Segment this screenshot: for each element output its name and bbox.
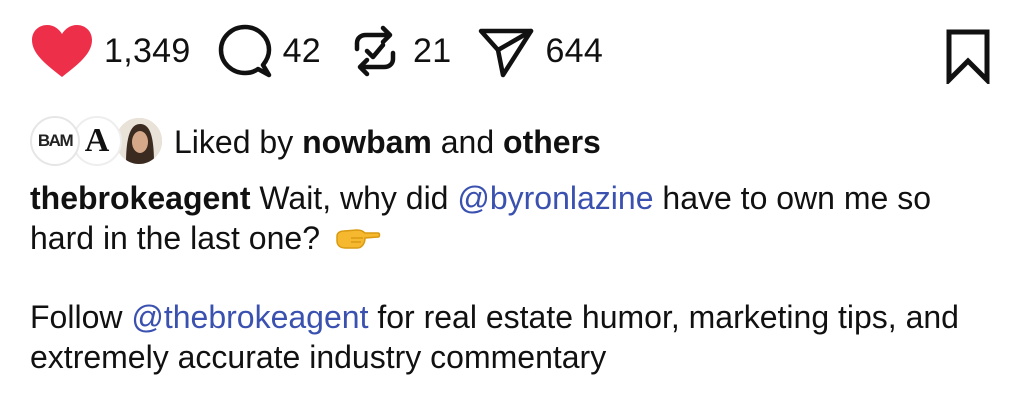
profile-photo-icon [116, 118, 162, 164]
liker-username[interactable]: nowbam [302, 124, 432, 160]
post-action-bar: 1,349 42 21 644 [30, 22, 994, 87]
caption-paragraph: Follow @thebrokeagent for real estate hu… [30, 298, 959, 375]
share-button[interactable]: 644 [477, 23, 603, 79]
others-link[interactable]: others [503, 124, 601, 160]
comment-icon [217, 23, 273, 79]
repost-button[interactable]: 21 [347, 23, 451, 79]
likes-count: 1,349 [104, 31, 191, 70]
shares-count: 644 [545, 31, 604, 70]
share-icon [477, 23, 535, 79]
pointing-right-emoji-icon [335, 221, 381, 261]
repost-icon [347, 23, 403, 79]
author-username[interactable]: thebrokeagent [30, 180, 250, 216]
bookmark-button[interactable] [942, 28, 994, 89]
caption-paragraph: thebrokeagent Wait, why did @byronlazine… [30, 178, 990, 261]
heart-icon [30, 23, 94, 79]
avatar[interactable]: BAM [30, 116, 80, 166]
like-button[interactable]: 1,349 [30, 23, 191, 79]
liker-avatars: BAM A [30, 116, 166, 168]
liked-by-text: Liked by nowbam and others [174, 123, 601, 160]
mention-link[interactable]: @byronlazine [457, 180, 653, 216]
bookmark-icon [942, 29, 994, 88]
comment-button[interactable]: 42 [217, 23, 321, 79]
reposts-count: 21 [413, 31, 452, 70]
liked-by-row: BAM A Liked by nowbam and others [30, 116, 601, 168]
post-caption: thebrokeagent Wait, why did @byronlazine… [30, 178, 990, 377]
comments-count: 42 [282, 31, 322, 70]
mention-link[interactable]: @thebrokeagent [131, 299, 368, 335]
